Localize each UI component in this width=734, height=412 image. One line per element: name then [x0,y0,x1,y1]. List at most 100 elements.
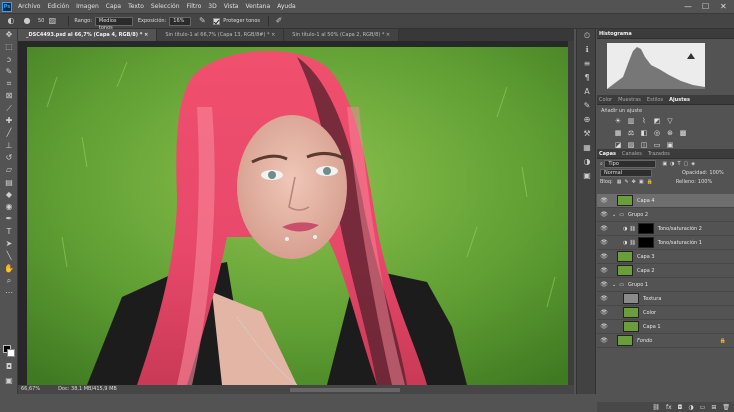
brush-panel-icon[interactable]: ▨ [47,16,57,26]
shape-tool-icon[interactable]: ╲ [0,250,18,262]
menu-capa[interactable]: Capa [106,3,121,10]
photo-filter-icon[interactable]: ◎ [652,129,662,138]
menu-archivo[interactable]: Archivo [18,3,40,10]
link-layers-icon[interactable]: ⛓ [652,404,660,411]
doc-tab-3[interactable]: Sin título-1 al 50% (Capa 2, RGB/8) * × [284,29,400,41]
new-layer-icon[interactable]: ⊞ [711,404,716,411]
pen-tool-icon[interactable]: ✒ [0,213,18,225]
maximize-icon[interactable]: ☐ [702,2,709,11]
chevron-down-icon[interactable]: ⌄ [612,212,616,218]
fx-icon[interactable]: fx [666,404,672,411]
tab-channels[interactable]: Canales [622,151,642,157]
filter-icons[interactable]: ▣◑T▢◈ [662,161,698,167]
exposure-input[interactable]: 16% [169,16,192,26]
type-tool-icon[interactable]: T [0,226,18,238]
trash-icon[interactable]: 🗑 [722,404,730,411]
layer-filter-select[interactable]: Tipo [604,159,657,168]
paragraph-icon[interactable]: ¶ [577,71,597,85]
color-lookup-icon[interactable]: ▩ [678,129,688,138]
adjustments-icon[interactable]: ◑ [577,155,597,169]
layer-group-row[interactable]: 👁 ⌄ ▭ Grupo 1 [597,278,734,292]
tab-adjustments[interactable]: Ajustes [669,97,690,103]
new-adjustment-icon[interactable]: ◑ [688,404,693,411]
brushes-icon[interactable]: ✎ [577,99,597,113]
eyedropper-tool-icon[interactable]: ⟋ [0,103,18,115]
clone-source-icon[interactable]: ⊕ [577,113,597,127]
pressure-icon[interactable]: ✐ [274,16,284,26]
tab-swatches[interactable]: Muestras [618,97,641,103]
layer-row[interactable]: 👁 ◑ ⛓ Tono/saturación 1 [597,236,734,250]
vertical-scrollbar[interactable] [568,41,574,385]
fill-value[interactable]: 100% [698,179,712,185]
healing-tool-icon[interactable]: ✚ [0,115,18,127]
close-icon[interactable]: ✕ [720,2,727,11]
brightness-icon[interactable]: ☀ [613,117,623,126]
menu-imagen[interactable]: Imagen [76,3,99,10]
hue-saturation-icon[interactable]: ▦ [613,129,623,138]
canvas-area[interactable] [18,41,574,385]
channel-mixer-icon[interactable]: ⊛ [665,129,675,138]
eye-icon[interactable]: 👁 [599,225,609,232]
lock-icons[interactable]: ▦✎✥▣🔒 [617,179,656,185]
background-layer-row[interactable]: 👁 Fondo 🔒 [597,334,734,348]
menu-edicion[interactable]: Edición [47,3,69,10]
exposure-icon[interactable]: ◩ [652,117,662,126]
layer-group-row[interactable]: 👁 ⌄ ▭ Grupo 2 [597,208,734,222]
info-icon[interactable]: ℹ [577,43,597,57]
swatches-icon[interactable]: ▦ [577,141,597,155]
brush-preset-icon[interactable]: ● [22,16,32,26]
layer-row[interactable]: 👁 ◑ ⛓ Tono/saturación 2 [597,222,734,236]
blur-tool-icon[interactable]: ◆ [0,189,18,201]
navigator-icon[interactable]: ▣ [577,169,597,183]
doc-tab-2[interactable]: Sin título-1 al 66,7% (Capa 13, RGB/8#) … [157,29,285,41]
protect-tones-checkbox[interactable] [213,17,221,25]
zoom-tool-icon[interactable]: ⌕ [0,275,18,287]
tool-presets-icon[interactable]: ⚒ [577,127,597,141]
levels-icon[interactable]: ▥ [626,117,636,126]
menu-seleccion[interactable]: Selección [151,3,180,10]
new-group-icon[interactable]: ▭ [700,404,706,411]
eye-icon[interactable]: 👁 [599,211,609,218]
properties-icon[interactable]: ≡ [577,57,597,71]
eye-icon[interactable]: 👁 [599,309,609,316]
character-icon[interactable]: A [577,85,597,99]
layer-row[interactable]: 👁 Textura [597,292,734,306]
airbrush-icon[interactable]: ✎ [197,16,207,26]
dodge-tool-icon[interactable]: ◐ [6,16,16,26]
doc-tab-1[interactable]: _DSC4493.psd al 66,7% (Capa 4, RGB/8) * … [18,29,158,41]
eye-icon[interactable]: 👁 [599,281,609,288]
tab-layers[interactable]: Capas [599,151,616,157]
history-brush-icon[interactable]: ↺ [0,152,18,164]
menu-filtro[interactable]: Filtro [187,3,202,10]
lasso-tool-icon[interactable]: ↄ [0,54,18,66]
more-tools-icon[interactable]: ⋯ [0,287,18,299]
minimize-icon[interactable]: — [684,2,692,11]
crop-tool-icon[interactable]: ⌗ [0,78,18,90]
stamp-tool-icon[interactable]: ⊥ [0,140,18,152]
eye-icon[interactable]: 👁 [599,323,609,330]
zoom-level[interactable]: 66,67% [21,385,40,394]
horizontal-scrollbar[interactable] [290,388,400,392]
frame-tool-icon[interactable]: ⊠ [0,90,18,102]
add-mask-icon[interactable]: ◘ [678,404,683,411]
chevron-down-icon[interactable]: ⌄ [612,282,616,288]
background-color-swatch[interactable] [7,349,15,357]
layer-row[interactable]: 👁 Capa 1 [597,320,734,334]
brush-tool-icon[interactable]: ╱ [0,127,18,139]
eye-icon[interactable]: 👁 [599,239,609,246]
hand-tool-icon[interactable]: ✋ [0,263,18,275]
vibrance-icon[interactable]: ▽ [665,117,675,126]
opacity-value[interactable]: 100% [709,170,723,176]
menu-3d[interactable]: 3D [208,3,216,10]
layer-row[interactable]: 👁 Capa 2 [597,264,734,278]
eye-icon[interactable]: 👁 [599,253,609,260]
eye-icon[interactable]: 👁 [599,197,609,204]
eye-icon[interactable]: 👁 [599,295,609,302]
quick-mask-icon[interactable]: ◘ [0,361,18,373]
curves-icon[interactable]: ⌇ [639,117,649,126]
eye-icon[interactable]: 👁 [599,337,609,344]
tab-color[interactable]: Color [599,97,612,103]
menu-texto[interactable]: Texto [128,3,144,10]
black-white-icon[interactable]: ◧ [639,129,649,138]
screen-mode-icon[interactable]: ▣ [0,375,18,387]
